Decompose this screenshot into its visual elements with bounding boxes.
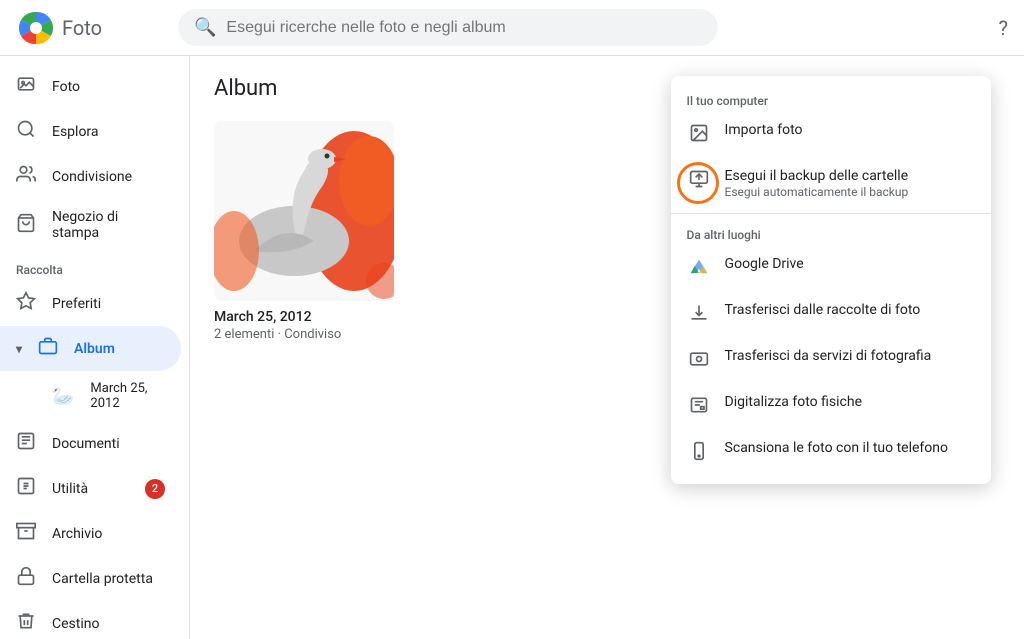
esplora-icon: [16, 119, 36, 144]
search-input[interactable]: [226, 19, 702, 37]
sidebar-item-label-preferiti: Preferiti: [52, 296, 101, 312]
sidebar-item-archivio[interactable]: Archivio: [0, 511, 181, 556]
dropdown-item-gdrive[interactable]: Google Drive: [671, 246, 991, 292]
march2012-thumb: 🦢: [52, 386, 74, 407]
header-right: Il tuo computer Importa foto: [991, 16, 1008, 40]
dropdown-item-digitalizza[interactable]: Digitalizza foto fisiche: [671, 384, 991, 430]
raccolte-title: Trasferisci dalle raccolte di foto: [725, 302, 921, 318]
dropdown-item-raccolte[interactable]: Trasferisci dalle raccolte di foto: [671, 292, 991, 338]
sidebar: Foto Esplora Condivisione: [0, 56, 190, 639]
raccolte-icon: [687, 303, 711, 328]
digitalizza-title: Digitalizza foto fisiche: [725, 394, 862, 410]
album-thumbnail: [214, 121, 394, 301]
sidebar-item-condivisione[interactable]: Condivisione: [0, 154, 181, 199]
sidebar-item-label-documenti: Documenti: [52, 436, 120, 452]
sidebar-item-march2012[interactable]: 🦢 March 25, 2012: [0, 371, 181, 421]
dropdown-divider: [671, 213, 991, 214]
utilita-icon: [16, 476, 36, 501]
sidebar-item-label-album: Album: [74, 341, 115, 357]
sidebar-item-label-utilita: Utilità: [52, 481, 88, 497]
sidebar-item-label-cartella: Cartella protetta: [52, 571, 153, 587]
dropdown-item-telefono[interactable]: Scansiona le foto con il tuo telefono: [671, 430, 991, 476]
sidebar-item-esplora[interactable]: Esplora: [0, 109, 181, 154]
sidebar-item-label-cestino: Cestino: [52, 616, 99, 632]
dropdown-item-backup[interactable]: Esegui il backup delle cartelle Esegui a…: [671, 158, 991, 209]
chevron-down-icon: ▾: [16, 342, 22, 356]
album-info: 2 elementi · Condiviso: [214, 327, 394, 342]
header: Foto 🔍 Il tuo computer: [0, 0, 1024, 56]
utilita-badge: 2: [145, 479, 165, 499]
logo: Foto: [16, 8, 166, 48]
sidebar-item-album[interactable]: ▾ Album: [0, 326, 181, 371]
sidebar-item-negozio[interactable]: Negozio di stampa: [0, 199, 181, 251]
dropdown-section-computer: Il tuo computer: [671, 84, 991, 112]
negozio-icon: [16, 213, 36, 238]
album-meta: March 25, 2012 2 elementi · Condiviso: [214, 309, 394, 342]
servizi-text: Trasferisci da servizi di fotografia: [725, 348, 932, 364]
sidebar-section-raccolta: Raccolta: [0, 251, 189, 281]
album-image-svg: [214, 121, 394, 301]
upload-dropdown: Il tuo computer Importa foto: [671, 76, 991, 484]
gdrive-text: Google Drive: [725, 256, 804, 272]
sidebar-item-label-esplora: Esplora: [52, 124, 99, 140]
telefono-title: Scansiona le foto con il tuo telefono: [725, 440, 948, 456]
servizi-title: Trasferisci da servizi di fotografia: [725, 348, 932, 364]
google-logo-icon: [16, 8, 56, 48]
sidebar-item-label-condivisione: Condivisione: [52, 169, 132, 185]
preferiti-icon: [16, 291, 36, 316]
digitalizza-text: Digitalizza foto fisiche: [725, 394, 862, 410]
telefono-icon: [687, 441, 711, 466]
backup-subtitle: Esegui automaticamente il backup: [725, 185, 909, 199]
album-card-march2012[interactable]: March 25, 2012 2 elementi · Condiviso: [214, 121, 394, 342]
import-photo-icon: [687, 123, 711, 148]
archivio-icon: [16, 521, 36, 546]
sidebar-item-foto[interactable]: Foto: [0, 64, 181, 109]
sidebar-item-documenti[interactable]: Documenti: [0, 421, 181, 466]
condivisione-icon: [16, 164, 36, 189]
logo-text: Foto: [62, 16, 102, 40]
sidebar-item-label-foto: Foto: [52, 79, 80, 95]
album-icon: [38, 336, 58, 361]
sidebar-item-utilita[interactable]: Utilità 2: [0, 466, 181, 511]
sidebar-item-cestino[interactable]: Cestino: [0, 601, 181, 639]
sidebar-item-preferiti[interactable]: Preferiti: [0, 281, 181, 326]
dropdown-item-servizi[interactable]: Trasferisci da servizi di fotografia: [671, 338, 991, 384]
backup-text: Esegui il backup delle cartelle Esegui a…: [725, 168, 909, 199]
dropdown-section-altri: Da altri luoghi: [671, 218, 991, 246]
telefono-text: Scansiona le foto con il tuo telefono: [725, 440, 948, 456]
importa-text: Importa foto: [725, 122, 803, 138]
search-bar[interactable]: 🔍: [178, 9, 718, 46]
backup-title: Esegui il backup delle cartelle: [725, 168, 909, 184]
gdrive-title: Google Drive: [725, 256, 804, 272]
sidebar-item-label-archivio: Archivio: [52, 526, 102, 542]
search-icon: 🔍: [194, 17, 216, 38]
cartella-icon: [16, 566, 36, 591]
backup-icon: [687, 169, 711, 194]
cestino-icon: [16, 611, 36, 636]
sidebar-item-label-negozio: Negozio di stampa: [52, 209, 165, 241]
sidebar-item-cartella[interactable]: Cartella protetta: [0, 556, 181, 601]
dropdown-item-importa[interactable]: Importa foto: [671, 112, 991, 158]
gdrive-icon: [687, 257, 711, 282]
sidebar-item-label-march2012: March 25, 2012: [90, 381, 165, 411]
documenti-icon: [16, 431, 36, 456]
album-date: March 25, 2012: [214, 309, 394, 325]
foto-icon: [16, 74, 36, 99]
digitalizza-icon: [687, 395, 711, 420]
help-icon[interactable]: ?: [999, 16, 1008, 40]
importa-title: Importa foto: [725, 122, 803, 138]
servizi-icon: [687, 349, 711, 374]
raccolte-text: Trasferisci dalle raccolte di foto: [725, 302, 921, 318]
